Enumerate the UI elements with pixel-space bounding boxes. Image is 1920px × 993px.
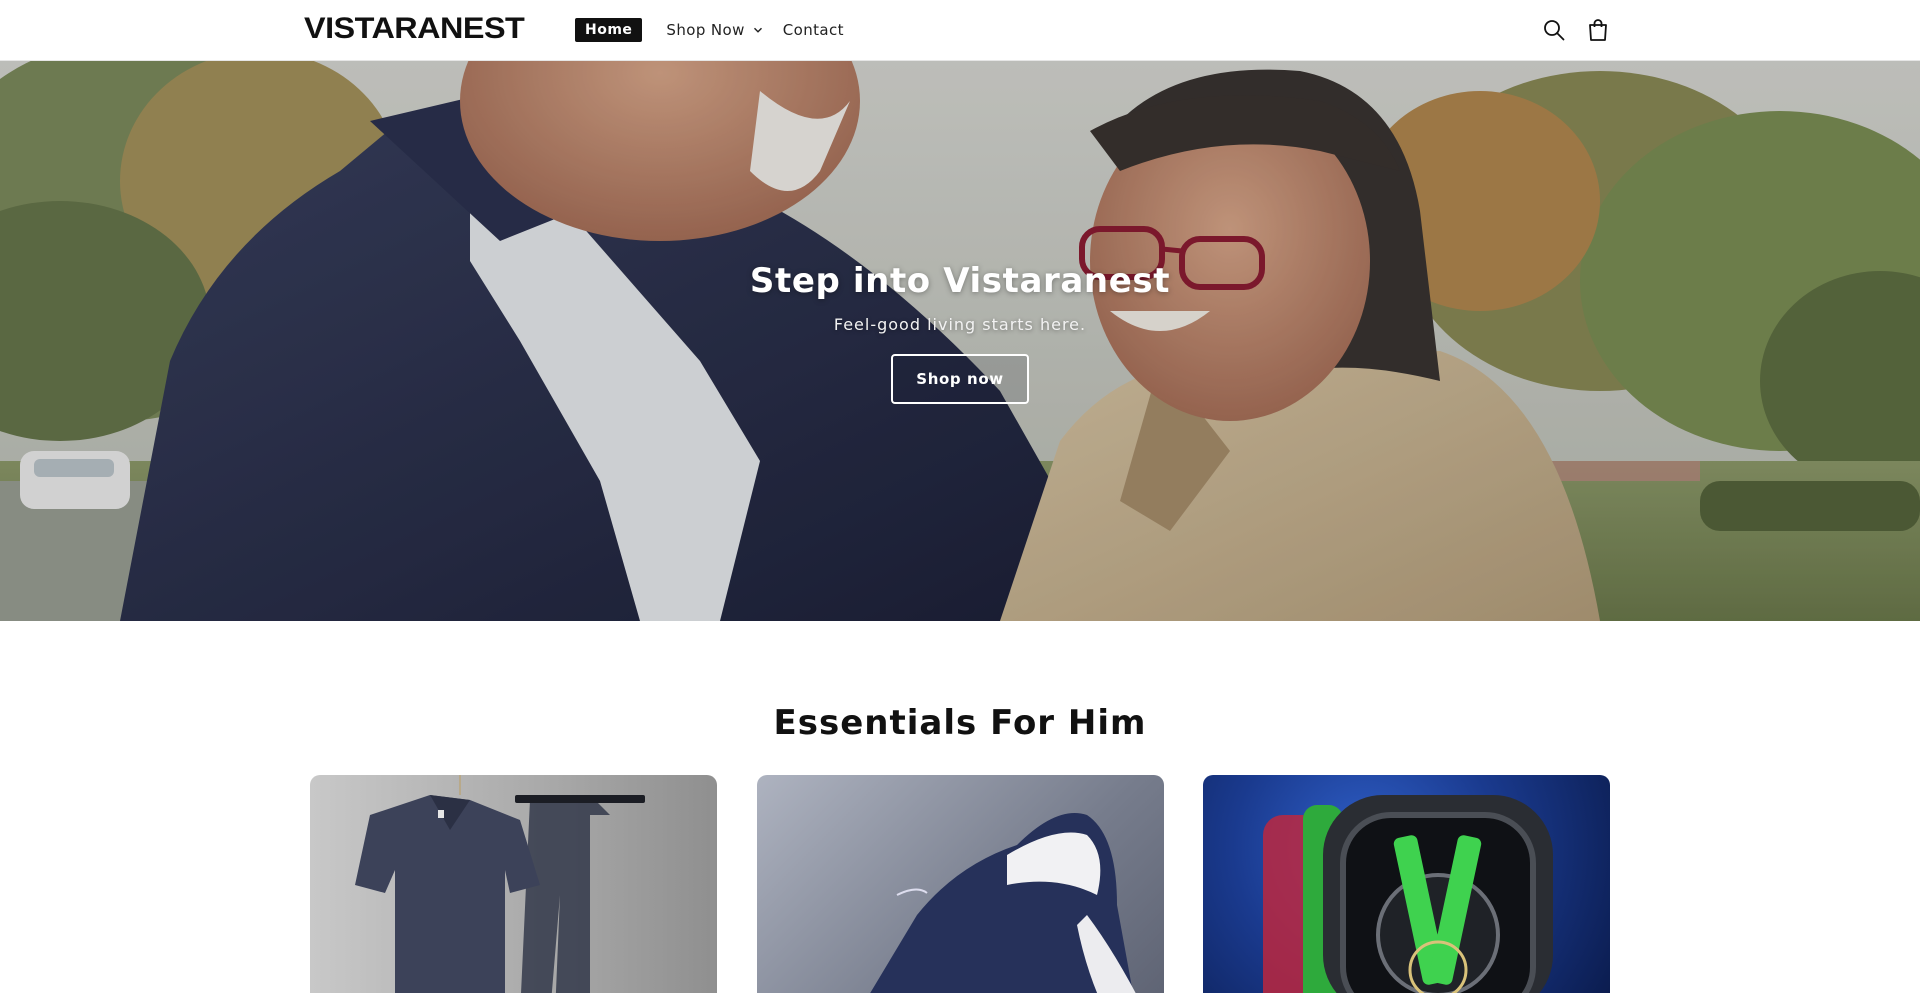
hero-title: Step into Vistaranest — [749, 261, 1171, 301]
search-icon[interactable] — [1540, 16, 1568, 44]
polo-set-image — [355, 775, 645, 993]
cart-icon[interactable] — [1584, 16, 1612, 44]
header-icons — [1540, 16, 1612, 44]
nav-shop-now[interactable]: Shop Now — [666, 21, 762, 39]
watch-image — [1263, 795, 1553, 993]
nav-contact[interactable]: Contact — [783, 21, 844, 39]
sneaker-image — [870, 813, 1136, 993]
site-header: VISTARANEST Home Shop Now Contact — [0, 0, 1920, 61]
collection-card-footwear[interactable] — [757, 775, 1164, 993]
logo[interactable]: VISTARANEST — [304, 13, 525, 45]
collection-card-watches[interactable] — [1203, 775, 1610, 993]
collection-card-apparel[interactable] — [310, 775, 717, 993]
shop-now-button[interactable]: Shop now — [891, 354, 1029, 404]
nav-shop-now-label: Shop Now — [666, 21, 745, 39]
hero-content: Step into Vistaranest Feel-good living s… — [0, 261, 1920, 404]
hero-banner: Step into Vistaranest Feel-good living s… — [0, 61, 1920, 621]
section-title: Essentials For Him — [773, 703, 1147, 743]
main-nav: Home Shop Now Contact — [575, 17, 844, 43]
hero-subtitle: Feel-good living starts here. — [833, 315, 1087, 334]
chevron-down-icon — [753, 27, 762, 33]
product-collection — [310, 775, 1610, 993]
nav-home[interactable]: Home — [575, 18, 643, 42]
